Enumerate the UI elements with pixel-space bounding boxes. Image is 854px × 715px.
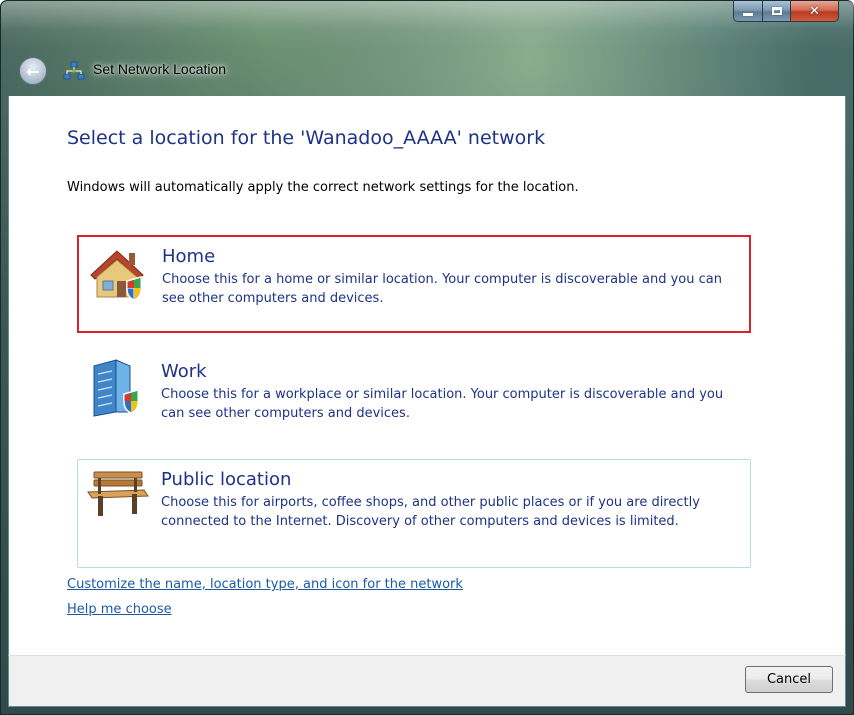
caption-buttons: ✕ (733, 1, 839, 22)
close-icon: ✕ (809, 3, 820, 19)
cancel-button[interactable]: Cancel (745, 666, 833, 693)
option-work-title: Work (161, 361, 207, 382)
option-home-title: Home (162, 246, 216, 267)
house-icon (90, 250, 144, 301)
page-heading: Select a location for the 'Wanadoo_AAAA'… (67, 127, 546, 149)
dialog-footer: Cancel (8, 655, 846, 707)
back-button[interactable]: ← (19, 57, 47, 85)
maximize-icon (771, 7, 782, 15)
titlebar (1, 1, 854, 49)
maximize-button[interactable] (763, 1, 791, 22)
page-description: Windows will automatically apply the cor… (67, 180, 579, 195)
help-me-choose-link[interactable]: Help me choose (67, 602, 172, 617)
option-work-description: Choose this for a workplace or similar l… (161, 387, 724, 421)
dialog-content: Select a location for the 'Wanadoo_AAAA'… (8, 96, 846, 655)
option-home-description: Choose this for a home or similar locati… (162, 272, 722, 306)
option-public-description: Choose this for airports, coffee shops, … (161, 495, 700, 529)
minimize-button[interactable] (733, 1, 763, 22)
network-icon (63, 61, 85, 80)
close-button[interactable]: ✕ (791, 1, 839, 22)
option-work[interactable]: Work Choose this for a workplace or simi… (77, 351, 751, 441)
option-public-title: Public location (161, 469, 292, 490)
customize-network-link[interactable]: Customize the name, location type, and i… (67, 577, 463, 592)
park-bench-icon (87, 471, 149, 516)
window-title: Set Network Location (93, 61, 227, 77)
back-arrow-icon: ← (26, 61, 40, 81)
office-building-icon (93, 359, 139, 417)
option-home[interactable]: Home Choose this for a home or similar l… (77, 235, 751, 333)
option-public-location[interactable]: Public location Choose this for airports… (77, 459, 751, 568)
minimize-icon (743, 12, 753, 16)
